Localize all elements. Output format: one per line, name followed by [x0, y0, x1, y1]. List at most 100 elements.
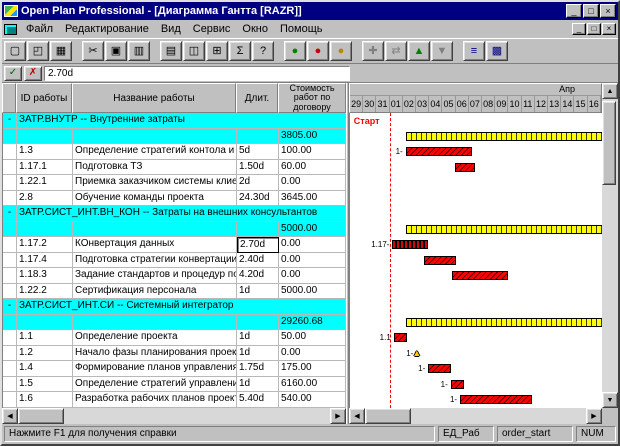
total-row[interactable]: 29260.68 — [3, 315, 346, 331]
toolbar-move-up-button[interactable]: ▲ — [408, 41, 430, 61]
task-row[interactable]: 1.17.2КОнвертация данных2.70d0.00 — [3, 237, 346, 253]
vertical-scrollbar[interactable]: ▲ ▼ — [602, 83, 618, 424]
milestone-icon[interactable]: ▲ — [412, 348, 421, 358]
toolbar-help-button[interactable]: ? — [252, 41, 274, 61]
cell-name[interactable]: Задание стандартов и процедур по д — [73, 268, 237, 284]
cell-id[interactable]: 1.22.1 — [17, 175, 73, 191]
cell-name[interactable]: Определение проекта — [73, 330, 237, 346]
cell-id[interactable]: 1.22.2 — [17, 284, 73, 300]
summary-bar[interactable] — [406, 225, 602, 234]
toolbar-view-gantt-button[interactable]: ≡ — [463, 41, 485, 61]
menu-service[interactable]: Сервис — [187, 21, 237, 37]
cell-cost[interactable]: 0.00 — [279, 175, 346, 191]
cell-cost[interactable]: 5000.00 — [279, 284, 346, 300]
task-row[interactable]: 1.6Разработка рабочих планов проекта5.40… — [3, 392, 346, 408]
task-bar[interactable] — [406, 147, 472, 156]
collapse-toggle[interactable]: - — [3, 113, 17, 129]
scroll-left-icon[interactable]: ◀ — [349, 408, 365, 424]
child-close-icon[interactable]: × — [602, 23, 616, 35]
vscroll-thumb[interactable] — [602, 101, 616, 185]
toolbar-cost-analysis-button[interactable]: ● — [330, 41, 352, 61]
cell-name[interactable]: Разработка рабочих планов проекта — [73, 392, 237, 408]
total-row[interactable]: 5000.00 — [3, 222, 346, 238]
table-hscrollbar[interactable]: ◀ ▶ — [2, 408, 346, 424]
cell-cost[interactable]: 0.00 — [279, 268, 346, 284]
cell-id[interactable]: 1.3 — [17, 144, 73, 160]
cell-id[interactable]: 1.2 — [17, 346, 73, 362]
cell-editor-input[interactable]: 2.70d — [44, 66, 350, 81]
scroll-right-icon[interactable]: ▶ — [330, 408, 346, 424]
cell-duration[interactable]: 5.40d — [237, 392, 279, 408]
cell-name[interactable]: Подготовка стратегии конвертации — [73, 253, 237, 269]
cell-cost[interactable]: 50.00 — [279, 330, 346, 346]
scroll-right-icon[interactable]: ▶ — [586, 408, 602, 424]
cell-name[interactable]: Подготовка ТЗ — [73, 160, 237, 176]
toolbar-paste-button[interactable]: ▥ — [128, 41, 150, 61]
cell-duration[interactable] — [237, 222, 279, 238]
cell-id[interactable] — [17, 315, 73, 331]
cell-name[interactable]: Определение стратегий управления — [73, 377, 237, 393]
task-row[interactable]: 1.22.1Приемка заказчиком системы клиент2… — [3, 175, 346, 191]
menu-edit[interactable]: Редактирование — [59, 21, 155, 37]
menu-file[interactable]: Файл — [20, 21, 59, 37]
menu-view[interactable]: Вид — [155, 21, 187, 37]
toolbar-add-activity-button[interactable]: ✚ — [362, 41, 384, 61]
section-row[interactable]: -ЗАТР.СИСТ_ИНТ.СИ -- Системный интеграто… — [3, 299, 346, 315]
cell-duration[interactable]: 1d — [237, 346, 279, 362]
toolbar-time-analysis-button[interactable]: ● — [284, 41, 306, 61]
toolbar-link-activities-button[interactable]: ⇄ — [385, 41, 407, 61]
cell-duration[interactable]: 2d — [237, 175, 279, 191]
task-bar[interactable] — [428, 364, 451, 373]
task-bar[interactable] — [460, 395, 532, 404]
cell-name[interactable] — [73, 315, 237, 331]
cell-duration[interactable] — [237, 315, 279, 331]
cell-duration[interactable]: 1d — [237, 377, 279, 393]
restore-icon[interactable]: □ — [583, 4, 599, 18]
task-row[interactable]: 1.17.4Подготовка стратегии конвертации2.… — [3, 253, 346, 269]
header-cost[interactable]: Стоимость работ по договору — [278, 83, 346, 113]
cell-id[interactable]: 1.6 — [17, 392, 73, 408]
toolbar-save-file-button[interactable]: ▦ — [50, 41, 72, 61]
cell-name[interactable]: КОнвертация данных — [73, 237, 237, 253]
cell-id[interactable]: 1.1 — [17, 330, 73, 346]
cell-total-cost[interactable]: 29260.68 — [279, 315, 346, 331]
cell-total-cost[interactable]: 5000.00 — [279, 222, 346, 238]
toolbar-move-down-button[interactable]: ▼ — [431, 41, 453, 61]
total-row[interactable]: 3805.00 — [3, 129, 346, 145]
close-icon[interactable]: × — [600, 4, 616, 18]
app-icon[interactable] — [4, 5, 18, 17]
gantt-hscrollbar[interactable]: ◀ ▶ — [349, 408, 602, 424]
cell-duration-editing[interactable]: 2.70d — [237, 237, 279, 253]
summary-bar[interactable] — [406, 318, 602, 327]
cell-name[interactable]: Сертификация персонала — [73, 284, 237, 300]
cell-id[interactable]: 1.17.2 — [17, 237, 73, 253]
task-bar[interactable] — [392, 240, 428, 249]
cell-duration[interactable]: 24.30d — [237, 191, 279, 207]
cell-duration[interactable]: 1.75d — [237, 361, 279, 377]
toolbar-open-file-button[interactable]: ◰ — [27, 41, 49, 61]
cell-duration[interactable]: 4.20d — [237, 268, 279, 284]
cell-id[interactable]: 1.18.3 — [17, 268, 73, 284]
summary-bar[interactable] — [406, 132, 602, 141]
section-row[interactable]: -ЗАТР.ВНУТР -- Внутренние затраты — [3, 113, 346, 129]
task-row[interactable]: 2.8Обучение команды проекта24.30d3645.00 — [3, 191, 346, 207]
toolbar-resource-analysis-button[interactable]: ● — [307, 41, 329, 61]
toolbar-cut-button[interactable]: ✂ — [82, 41, 104, 61]
cell-cost[interactable]: 100.00 — [279, 144, 346, 160]
cell-name[interactable]: Формирование планов управления — [73, 361, 237, 377]
toolbar-print-button[interactable]: ▤ — [160, 41, 182, 61]
accept-icon[interactable]: ✓ — [4, 66, 22, 81]
cell-name[interactable] — [73, 129, 237, 145]
scroll-left-icon[interactable]: ◀ — [2, 408, 18, 424]
cell-cost[interactable]: 175.00 — [279, 361, 346, 377]
toolbar-view-network-button[interactable]: ▩ — [486, 41, 508, 61]
task-bar[interactable] — [455, 163, 475, 172]
task-row[interactable]: 1.22.2Сертификация персонала1d5000.00 — [3, 284, 346, 300]
child-minimize-icon[interactable]: _ — [572, 23, 586, 35]
toolbar-new-file-button[interactable]: ▢ — [4, 41, 26, 61]
document-icon[interactable] — [4, 24, 17, 35]
section-row[interactable]: -ЗАТР.СИСТ_ИНТ.ВН_КОН -- Затраты на внеш… — [3, 206, 346, 222]
cell-cost[interactable]: 0.00 — [279, 346, 346, 362]
task-row[interactable]: 1.2Начало фазы планирования проекта1d0.0… — [3, 346, 346, 362]
cell-id[interactable]: 1.5 — [17, 377, 73, 393]
